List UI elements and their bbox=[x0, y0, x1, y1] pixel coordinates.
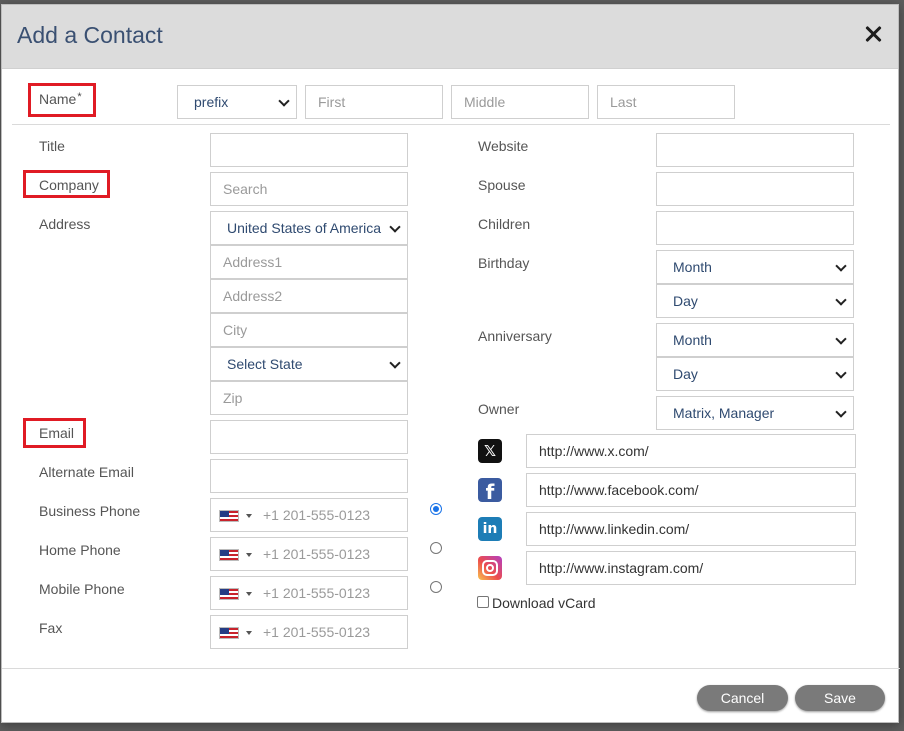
linkedin-url-input[interactable]: http://www.linkedin.com/ bbox=[526, 512, 856, 546]
caret-down-icon bbox=[246, 631, 252, 635]
us-flag-icon[interactable] bbox=[219, 588, 239, 600]
title-input[interactable] bbox=[210, 133, 408, 167]
facebook-icon: f bbox=[478, 478, 502, 504]
alternate-email-input[interactable] bbox=[210, 459, 408, 493]
website-label: Website bbox=[478, 138, 529, 154]
zip-input[interactable]: Zip bbox=[210, 381, 408, 415]
prefix-select[interactable]: prefix bbox=[177, 85, 297, 119]
home-phone-label: Home Phone bbox=[39, 542, 121, 558]
instagram-url-input[interactable]: http://www.instagram.com/ bbox=[526, 551, 856, 585]
last-name-input[interactable]: Last bbox=[597, 85, 735, 119]
city-input[interactable]: City bbox=[210, 313, 408, 347]
first-name-input[interactable]: First bbox=[305, 85, 443, 119]
dialog-header: Add a Contact bbox=[2, 5, 898, 69]
children-input[interactable] bbox=[656, 211, 854, 245]
x-icon: 𝕏 bbox=[478, 439, 502, 463]
add-contact-dialog: Add a Contact Name* prefix First Middle … bbox=[1, 4, 900, 723]
cancel-button[interactable]: Cancel bbox=[697, 685, 788, 711]
instagram-lens bbox=[486, 564, 494, 572]
name-label: Name* bbox=[39, 91, 82, 107]
chevron-down-icon bbox=[835, 367, 847, 379]
address-label: Address bbox=[39, 216, 91, 232]
home-phone-input[interactable]: +1 201-555-0123 bbox=[210, 537, 408, 571]
phone-placeholder: +1 201-555-0123 bbox=[263, 585, 371, 601]
website-input[interactable] bbox=[656, 133, 854, 167]
x-url-input[interactable]: http://www.x.com/ bbox=[526, 434, 856, 468]
fax-label: Fax bbox=[39, 620, 63, 636]
dialog-title: Add a Contact bbox=[17, 22, 163, 48]
fax-input[interactable]: +1 201-555-0123 bbox=[210, 615, 408, 649]
chevron-down-icon bbox=[835, 260, 847, 272]
download-vcard-checkbox[interactable] bbox=[477, 596, 489, 608]
country-select[interactable]: United States of America bbox=[210, 211, 408, 245]
anniversary-month-select[interactable]: Month bbox=[656, 323, 854, 357]
email-input[interactable] bbox=[210, 420, 408, 454]
primary-mobile-phone-radio[interactable] bbox=[430, 581, 442, 593]
phone-placeholder: +1 201-555-0123 bbox=[263, 507, 371, 523]
close-icon[interactable] bbox=[862, 23, 884, 45]
primary-home-phone-radio[interactable] bbox=[430, 542, 442, 554]
state-select[interactable]: Select State bbox=[210, 347, 408, 381]
phone-placeholder: +1 201-555-0123 bbox=[263, 546, 371, 562]
owner-select-value: Matrix, Manager bbox=[673, 405, 775, 421]
birthday-day-value: Day bbox=[673, 293, 698, 309]
mobile-phone-label: Mobile Phone bbox=[39, 581, 125, 597]
state-select-value: Select State bbox=[227, 356, 303, 372]
chevron-down-icon bbox=[389, 357, 401, 369]
birthday-month-value: Month bbox=[673, 259, 712, 275]
address1-input[interactable]: Address1 bbox=[210, 245, 408, 279]
facebook-url-input[interactable]: http://www.facebook.com/ bbox=[526, 473, 856, 507]
divider bbox=[12, 124, 890, 125]
anniversary-month-value: Month bbox=[673, 332, 712, 348]
download-vcard-label[interactable]: Download vCard bbox=[492, 595, 596, 611]
anniversary-day-value: Day bbox=[673, 366, 698, 382]
chevron-down-icon bbox=[835, 333, 847, 345]
mobile-phone-input[interactable]: +1 201-555-0123 bbox=[210, 576, 408, 610]
linkedin-icon: in bbox=[478, 517, 502, 541]
caret-down-icon bbox=[246, 553, 252, 557]
birthday-month-select[interactable]: Month bbox=[656, 250, 854, 284]
chevron-down-icon bbox=[835, 294, 847, 306]
spouse-input[interactable] bbox=[656, 172, 854, 206]
owner-select[interactable]: Matrix, Manager bbox=[656, 396, 854, 430]
title-label: Title bbox=[39, 138, 65, 154]
save-button[interactable]: Save bbox=[795, 685, 885, 711]
company-search-input[interactable]: Search bbox=[210, 172, 408, 206]
required-mark: * bbox=[77, 91, 82, 103]
phone-placeholder: +1 201-555-0123 bbox=[263, 624, 371, 640]
chevron-down-icon bbox=[278, 95, 290, 107]
caret-down-icon bbox=[246, 592, 252, 596]
us-flag-icon[interactable] bbox=[219, 549, 239, 561]
primary-business-phone-radio[interactable] bbox=[430, 503, 442, 515]
alternate-email-label: Alternate Email bbox=[39, 464, 134, 480]
instagram-icon bbox=[478, 556, 502, 580]
birthday-day-select[interactable]: Day bbox=[656, 284, 854, 318]
us-flag-icon[interactable] bbox=[219, 627, 239, 639]
spouse-label: Spouse bbox=[478, 177, 526, 193]
address2-input[interactable]: Address2 bbox=[210, 279, 408, 313]
anniversary-day-select[interactable]: Day bbox=[656, 357, 854, 391]
prefix-select-value: prefix bbox=[194, 94, 229, 110]
us-flag-icon[interactable] bbox=[219, 510, 239, 522]
footer-divider bbox=[2, 668, 900, 669]
owner-label: Owner bbox=[478, 401, 520, 417]
chevron-down-icon bbox=[389, 221, 401, 233]
children-label: Children bbox=[478, 216, 531, 232]
middle-name-input[interactable]: Middle bbox=[451, 85, 589, 119]
business-phone-input[interactable]: +1 201-555-0123 bbox=[210, 498, 408, 532]
business-phone-label: Business Phone bbox=[39, 503, 141, 519]
email-label: Email bbox=[39, 425, 75, 441]
country-select-value: United States of America bbox=[227, 220, 382, 236]
company-label: Company bbox=[39, 177, 99, 193]
chevron-down-icon bbox=[835, 406, 847, 418]
anniversary-label: Anniversary bbox=[478, 328, 552, 344]
caret-down-icon bbox=[246, 514, 252, 518]
birthday-label: Birthday bbox=[478, 255, 530, 271]
